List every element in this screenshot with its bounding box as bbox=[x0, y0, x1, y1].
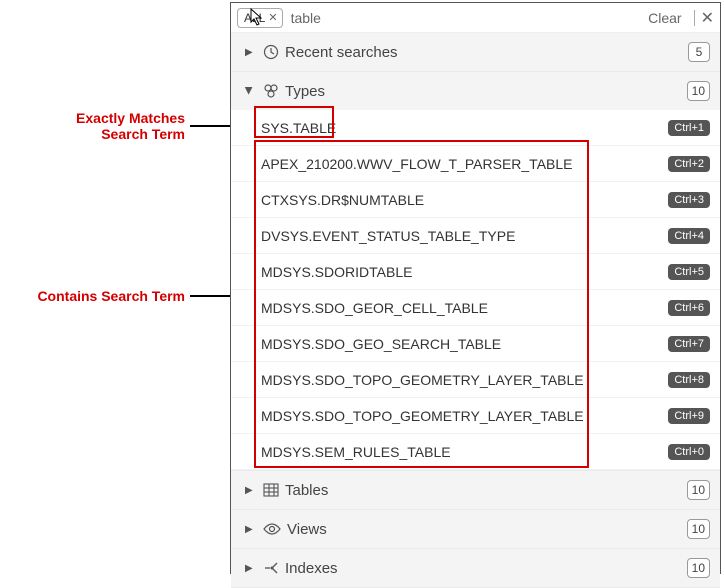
section-indexes: ▶ Indexes 10 bbox=[231, 549, 720, 588]
count-badge: 10 bbox=[687, 558, 710, 578]
section-title: Indexes bbox=[285, 560, 687, 577]
keyboard-shortcut: Ctrl+1 bbox=[668, 120, 710, 136]
list-item[interactable]: APEX_210200.WWV_FLOW_T_PARSER_TABLECtrl+… bbox=[231, 146, 720, 182]
close-panel-button[interactable]: ✕ bbox=[701, 8, 714, 28]
keyboard-shortcut: Ctrl+5 bbox=[668, 264, 710, 280]
list-item[interactable]: SYS.TABLECtrl+1 bbox=[231, 110, 720, 146]
section-recent: ▶ Recent searches 5 bbox=[231, 33, 720, 72]
section-header-recent[interactable]: ▶ Recent searches 5 bbox=[231, 33, 720, 71]
keyboard-shortcut: Ctrl+2 bbox=[668, 156, 710, 172]
list-item[interactable]: MDSYS.SDO_TOPO_GEOMETRY_LAYER_TABLECtrl+… bbox=[231, 398, 720, 434]
section-title: Types bbox=[285, 83, 687, 100]
list-item[interactable]: MDSYS.SDO_GEOR_CELL_TABLECtrl+6 bbox=[231, 290, 720, 326]
search-bar: ALL ✕ Clear ✕ bbox=[231, 3, 720, 33]
separator bbox=[694, 10, 695, 26]
table-icon bbox=[263, 483, 279, 497]
section-header-views[interactable]: ▶ Views 10 bbox=[231, 510, 720, 548]
types-icon bbox=[263, 83, 279, 99]
section-types: ▶ Types 10 SYS.TABLECtrl+1APEX_210200.WW… bbox=[231, 72, 720, 471]
keyboard-shortcut: Ctrl+8 bbox=[668, 372, 710, 388]
section-header-types[interactable]: ▶ Types 10 bbox=[231, 72, 720, 110]
result-label: SYS.TABLE bbox=[261, 120, 668, 136]
keyboard-shortcut: Ctrl+0 bbox=[668, 444, 710, 460]
keyboard-shortcut: Ctrl+4 bbox=[668, 228, 710, 244]
keyboard-shortcut: Ctrl+9 bbox=[668, 408, 710, 424]
search-scope-chip[interactable]: ALL ✕ bbox=[237, 8, 283, 28]
search-scope-label: ALL bbox=[244, 11, 265, 25]
chevron-right-icon: ▶ bbox=[245, 524, 255, 535]
count-badge: 10 bbox=[687, 81, 710, 101]
keyboard-shortcut: Ctrl+7 bbox=[668, 336, 710, 352]
annotation-arrow-contains bbox=[190, 295, 235, 297]
clock-icon bbox=[263, 44, 279, 60]
close-icon[interactable]: ✕ bbox=[268, 11, 277, 24]
count-badge: 10 bbox=[687, 519, 710, 539]
section-tables: ▶ Tables 10 bbox=[231, 471, 720, 510]
search-input[interactable] bbox=[289, 9, 649, 27]
annotation-arrow-exact bbox=[190, 125, 235, 127]
list-item[interactable]: MDSYS.SDO_TOPO_GEOMETRY_LAYER_TABLECtrl+… bbox=[231, 362, 720, 398]
list-item[interactable]: MDSYS.SEM_RULES_TABLECtrl+0 bbox=[231, 434, 720, 470]
list-item[interactable]: CTXSYS.DR$NUMTABLECtrl+3 bbox=[231, 182, 720, 218]
section-header-indexes[interactable]: ▶ Indexes 10 bbox=[231, 549, 720, 587]
index-icon bbox=[263, 561, 279, 575]
count-badge: 5 bbox=[688, 42, 710, 62]
keyboard-shortcut: Ctrl+3 bbox=[668, 192, 710, 208]
section-title: Recent searches bbox=[285, 44, 688, 61]
annotation-contains: Contains Search Term bbox=[5, 288, 185, 304]
section-title: Views bbox=[287, 521, 687, 538]
section-views: ▶ Views 10 bbox=[231, 510, 720, 549]
result-label: DVSYS.EVENT_STATUS_TABLE_TYPE bbox=[261, 228, 668, 244]
keyboard-shortcut: Ctrl+6 bbox=[668, 300, 710, 316]
result-label: CTXSYS.DR$NUMTABLE bbox=[261, 192, 668, 208]
section-title: Tables bbox=[285, 482, 687, 499]
clear-button[interactable]: Clear bbox=[648, 10, 681, 26]
section-header-tables[interactable]: ▶ Tables 10 bbox=[231, 471, 720, 509]
result-label: MDSYS.SDO_GEO_SEARCH_TABLE bbox=[261, 336, 668, 352]
list-item[interactable]: MDSYS.SDORIDTABLECtrl+5 bbox=[231, 254, 720, 290]
search-panel: ALL ✕ Clear ✕ ▶ Recent searches 5 ▶ Type… bbox=[230, 2, 721, 574]
chevron-right-icon: ▶ bbox=[245, 485, 255, 496]
chevron-right-icon: ▶ bbox=[245, 563, 255, 574]
result-label: MDSYS.SDO_TOPO_GEOMETRY_LAYER_TABLE bbox=[261, 372, 668, 388]
result-label: MDSYS.SEM_RULES_TABLE bbox=[261, 444, 668, 460]
annotation-exact-match: Exactly Matches Search Term bbox=[45, 110, 185, 142]
result-label: MDSYS.SDORIDTABLE bbox=[261, 264, 668, 280]
list-item[interactable]: MDSYS.SDO_GEO_SEARCH_TABLECtrl+7 bbox=[231, 326, 720, 362]
list-item[interactable]: DVSYS.EVENT_STATUS_TABLE_TYPECtrl+4 bbox=[231, 218, 720, 254]
eye-icon bbox=[263, 523, 281, 535]
types-list: SYS.TABLECtrl+1APEX_210200.WWV_FLOW_T_PA… bbox=[231, 110, 720, 470]
chevron-right-icon: ▶ bbox=[245, 47, 255, 58]
chevron-down-icon: ▶ bbox=[243, 87, 254, 97]
count-badge: 10 bbox=[687, 480, 710, 500]
result-label: MDSYS.SDO_GEOR_CELL_TABLE bbox=[261, 300, 668, 316]
result-label: MDSYS.SDO_TOPO_GEOMETRY_LAYER_TABLE bbox=[261, 408, 668, 424]
result-label: APEX_210200.WWV_FLOW_T_PARSER_TABLE bbox=[261, 156, 668, 172]
